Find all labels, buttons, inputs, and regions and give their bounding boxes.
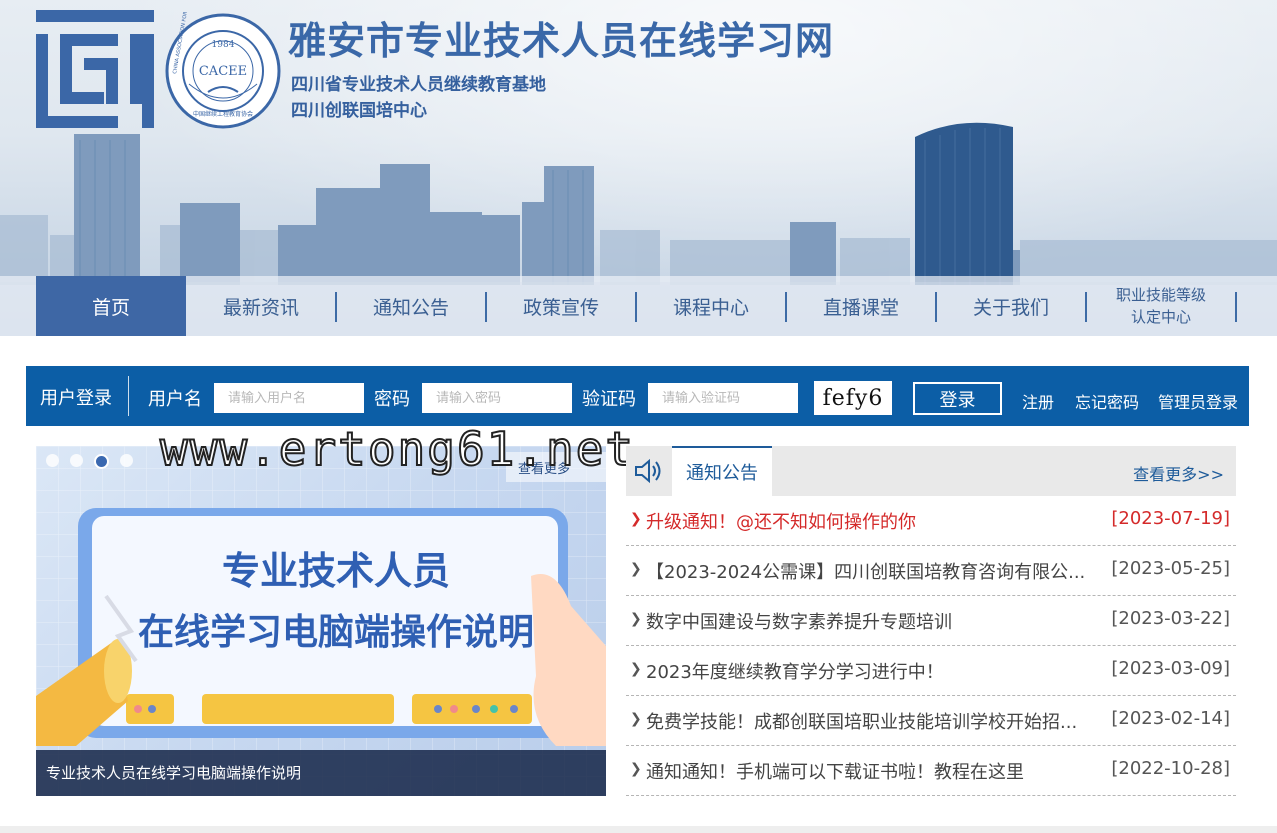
chevron-right-icon: ❯ bbox=[630, 611, 642, 627]
carousel-caption[interactable]: 专业技术人员在线学习电脑端操作说明 bbox=[36, 750, 606, 796]
carousel-slide-art: 专业技术人员 在线学习电脑端操作说明 bbox=[36, 446, 606, 796]
carousel-headline-1: 专业技术人员 bbox=[222, 549, 450, 593]
captcha-input[interactable] bbox=[648, 383, 798, 413]
username-label: 用户名 bbox=[148, 389, 202, 410]
cacee-seal-logo: 1984 CACEE 中国继续工程教育协会 CHINA ASSOCIATION … bbox=[165, 12, 281, 129]
nav-skill-line2: 认定中心 bbox=[1130, 308, 1191, 326]
password-label: 密码 bbox=[374, 389, 410, 410]
login-divider bbox=[128, 376, 129, 416]
captcha-label: 验证码 bbox=[582, 389, 636, 410]
notice-date: [2023-05-25] bbox=[1111, 558, 1230, 579]
nav-home[interactable]: 首页 bbox=[36, 276, 186, 336]
nav-policy[interactable]: 政策宣传 bbox=[486, 276, 636, 336]
notice-date: [2022-10-28] bbox=[1111, 758, 1230, 779]
nav-latest-news[interactable]: 最新资讯 bbox=[186, 276, 336, 336]
carousel-headline-2: 在线学习电脑端操作说明 bbox=[138, 611, 534, 653]
tab-notices[interactable]: 通知公告 bbox=[672, 446, 772, 496]
notice-date: [2023-03-22] bbox=[1111, 608, 1230, 629]
password-input[interactable] bbox=[422, 383, 572, 413]
carousel-dot-2[interactable] bbox=[70, 454, 83, 467]
forgot-password-link[interactable]: 忘记密码 bbox=[1075, 389, 1139, 413]
admin-login-link[interactable]: 管理员登录 bbox=[1158, 389, 1238, 413]
site-subtitle-base: 四川省专业技术人员继续教育基地 bbox=[291, 75, 546, 95]
nav-notices[interactable]: 通知公告 bbox=[336, 276, 486, 336]
speaker-icon bbox=[635, 458, 661, 484]
nav-about-us[interactable]: 关于我们 bbox=[936, 276, 1086, 336]
notices-header: 通知公告 查看更多>> bbox=[626, 446, 1236, 496]
chevron-right-icon: ❯ bbox=[630, 711, 642, 727]
login-bar: 用户登录 用户名 密码 验证码 fefy6 登录 注册 忘记密码 管理员登录 bbox=[26, 366, 1249, 426]
chevron-right-icon: ❯ bbox=[630, 561, 642, 577]
carousel-dot-4[interactable] bbox=[120, 454, 133, 467]
notice-title: 免费学技能！成都创联国培职业技能培训学校开始招... bbox=[646, 712, 1078, 733]
nav-live-class[interactable]: 直播课堂 bbox=[786, 276, 936, 336]
notices-more-link[interactable]: 查看更多>> bbox=[1133, 461, 1224, 485]
notice-date: [2023-03-09] bbox=[1111, 658, 1230, 679]
seal-abbr: CACEE bbox=[199, 64, 247, 79]
nav-skill-certification[interactable]: 职业技能等级 认定中心 bbox=[1086, 276, 1236, 336]
nav-separator bbox=[1235, 292, 1237, 322]
notice-title: 2023年度继续教育学分学习进行中！ bbox=[646, 662, 944, 683]
username-input[interactable] bbox=[214, 383, 364, 413]
notice-item[interactable]: ❯ 升级通知！@还不知如何操作的你 [2023-07-19] bbox=[626, 496, 1236, 546]
notice-title: 升级通知！@还不知如何操作的你 bbox=[646, 512, 916, 533]
watermark: www.ertong61.net bbox=[159, 421, 636, 477]
site-logo-icon bbox=[36, 10, 154, 128]
main-nav: 首页 最新资讯 通知公告 政策宣传 课程中心 直播课堂 关于我们 职业技能等级 … bbox=[0, 276, 1277, 336]
nav-courses[interactable]: 课程中心 bbox=[636, 276, 786, 336]
seal-year: 1984 bbox=[212, 40, 235, 50]
carousel-dot-1[interactable] bbox=[46, 454, 59, 467]
login-button[interactable]: 登录 bbox=[913, 382, 1002, 415]
captcha-image[interactable]: fefy6 bbox=[814, 381, 892, 415]
login-title: 用户登录 bbox=[40, 388, 112, 409]
notice-item[interactable]: ❯ 数字中国建设与数字素养提升专题培训 [2023-03-22] bbox=[626, 596, 1236, 646]
chevron-right-icon: ❯ bbox=[630, 511, 642, 527]
notice-item[interactable]: ❯ 【2023-2024公需课】四川创联国培教育咨询有限公... [2023-0… bbox=[626, 546, 1236, 596]
notice-item[interactable]: ❯ 2023年度继续教育学分学习进行中！ [2023-03-09] bbox=[626, 646, 1236, 696]
nav-skill-line1: 职业技能等级 bbox=[1115, 286, 1206, 304]
notice-title: 数字中国建设与数字素养提升专题培训 bbox=[646, 612, 952, 633]
notice-date: [2023-02-14] bbox=[1111, 708, 1230, 729]
footer-band bbox=[0, 826, 1277, 833]
carousel-pagination bbox=[46, 454, 133, 469]
seal-cn-text: 中国继续工程教育协会 bbox=[193, 110, 253, 118]
notice-title: 通知通知！手机端可以下载证书啦！教程在这里 bbox=[646, 762, 1024, 783]
notice-item[interactable]: ❯ 通知通知！手机端可以下载证书啦！教程在这里 [2022-10-28] bbox=[626, 746, 1236, 796]
banner-carousel[interactable]: 专业技术人员 在线学习电脑端操作说明 查看更多 专业技术人员在线学习电脑端操作说… bbox=[36, 446, 606, 796]
chevron-right-icon: ❯ bbox=[630, 761, 642, 777]
carousel-dot-3[interactable] bbox=[94, 454, 109, 469]
site-title: 雅安市专业技术人员在线学习网 bbox=[288, 19, 835, 63]
site-header: 1984 CACEE 中国继续工程教育协会 CHINA ASSOCIATION … bbox=[0, 0, 1277, 336]
site-subtitle-center: 四川创联国培中心 bbox=[291, 101, 427, 121]
notice-item[interactable]: ❯ 免费学技能！成都创联国培职业技能培训学校开始招... [2023-02-14… bbox=[626, 696, 1236, 746]
chevron-right-icon: ❯ bbox=[630, 661, 642, 677]
notice-title: 【2023-2024公需课】四川创联国培教育咨询有限公... bbox=[646, 562, 1086, 583]
notice-date: [2023-07-19] bbox=[1111, 508, 1230, 529]
register-link[interactable]: 注册 bbox=[1022, 389, 1054, 413]
